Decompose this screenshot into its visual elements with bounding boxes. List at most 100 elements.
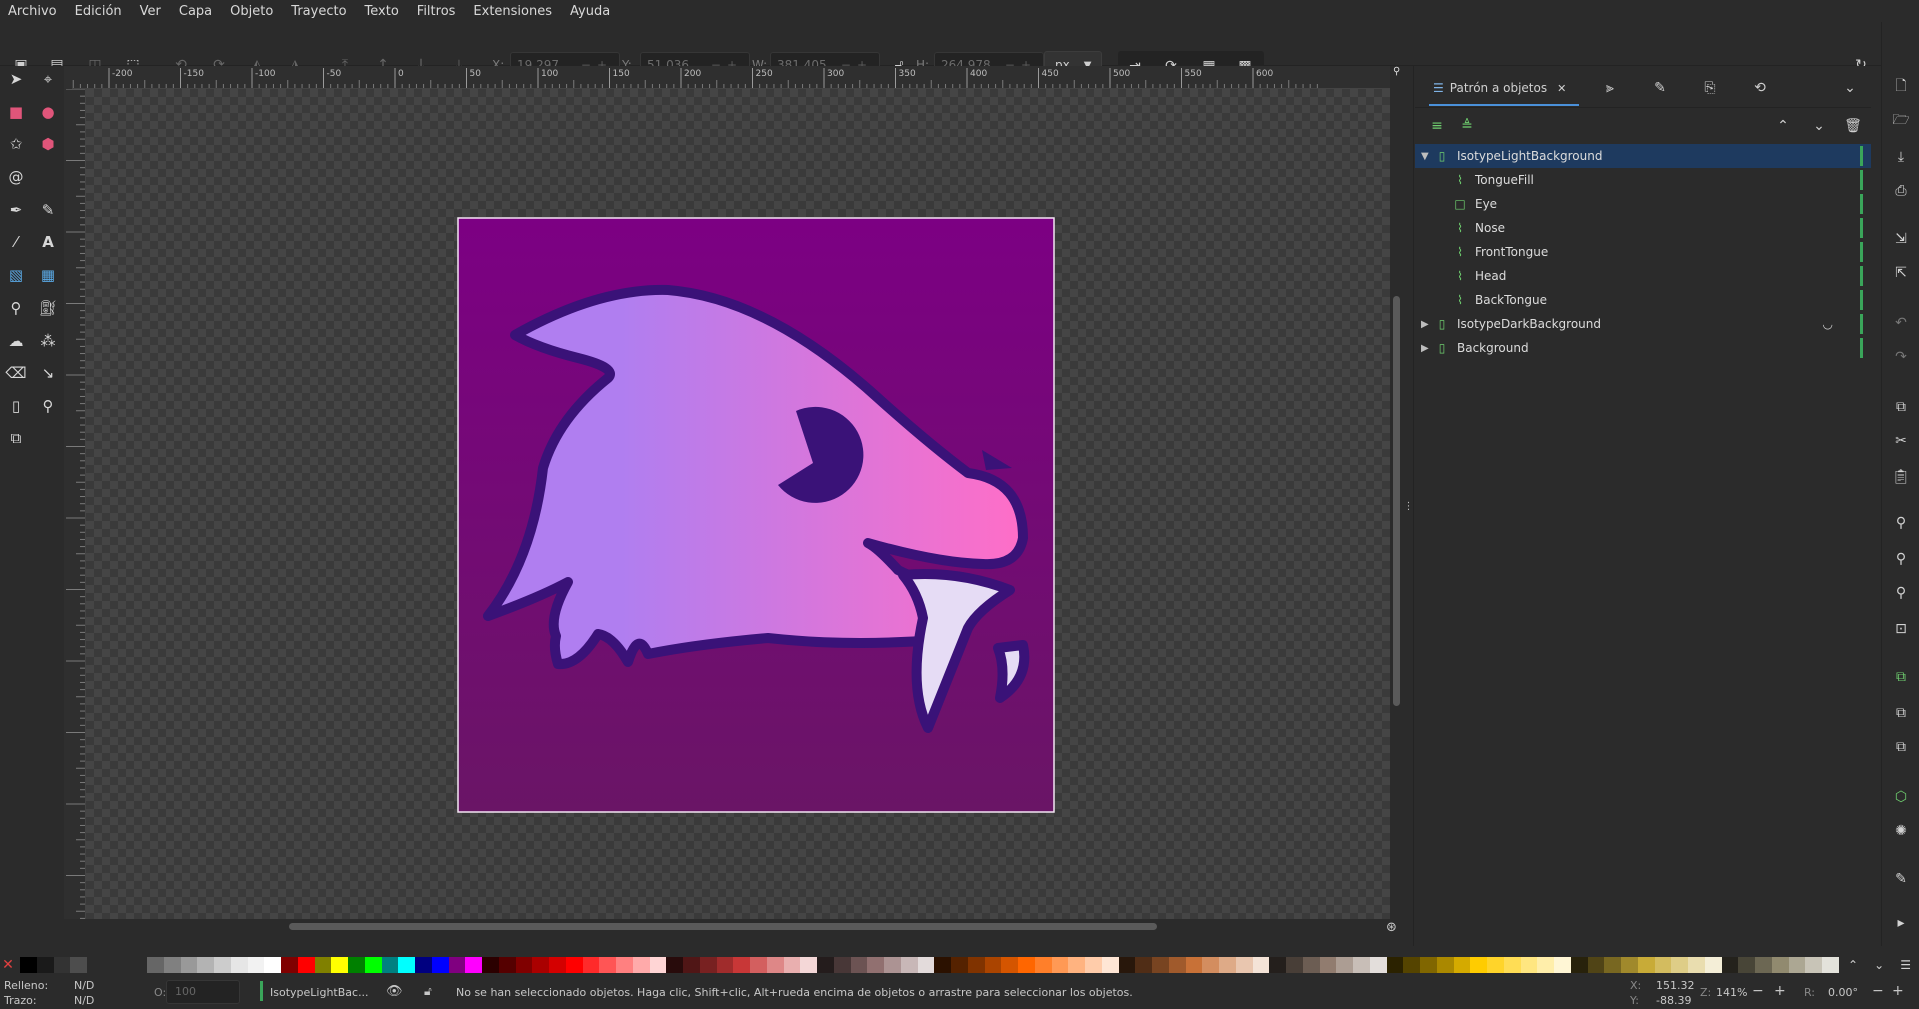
color-swatch[interactable] <box>163 957 181 973</box>
color-swatch[interactable] <box>197 957 214 973</box>
menu-item-filtros[interactable]: Filtros <box>417 4 456 19</box>
color-swatch[interactable] <box>20 957 37 973</box>
color-swatch[interactable] <box>800 957 817 973</box>
color-swatch[interactable] <box>984 957 1002 973</box>
delete-icon[interactable]: 🗑︎ <box>1843 116 1863 136</box>
rotation-value[interactable]: 0.00° <box>1828 986 1858 999</box>
stroke-value[interactable]: N/D <box>74 994 94 1007</box>
color-swatch[interactable] <box>1771 957 1789 973</box>
color-swatch[interactable] <box>599 957 616 973</box>
color-swatch[interactable] <box>766 957 784 973</box>
color-swatch[interactable] <box>1118 957 1136 973</box>
zoom-in-icon[interactable]: + <box>1774 983 1786 999</box>
canvas[interactable] <box>86 89 1390 919</box>
move-up-icon[interactable]: ⌃ <box>1773 116 1793 136</box>
chevron-right-icon[interactable]: ▶ <box>1421 343 1435 354</box>
save-icon[interactable]: ⤓ <box>1890 146 1912 168</box>
color-swatch[interactable] <box>1168 957 1186 973</box>
open-icon[interactable]: 🗁︎ <box>1890 110 1912 132</box>
color-swatch[interactable] <box>783 957 801 973</box>
menu-item-ayuda[interactable]: Ayuda <box>570 4 610 19</box>
color-swatch[interactable] <box>1034 957 1052 973</box>
color-swatch[interactable] <box>1319 957 1337 973</box>
unlink-clone-icon[interactable]: ⧉ <box>1890 736 1912 758</box>
color-swatch[interactable] <box>247 957 265 973</box>
color-swatch[interactable] <box>1637 957 1655 973</box>
color-swatch[interactable] <box>582 957 600 973</box>
color-swatch[interactable] <box>1068 957 1085 973</box>
color-swatch[interactable] <box>482 957 499 973</box>
close-tab-icon[interactable]: ✕ <box>1557 82 1566 95</box>
move-down-icon[interactable]: ⌄ <box>1809 116 1829 136</box>
fill-value[interactable]: N/D <box>74 979 94 992</box>
zoom-selection-icon[interactable]: ⚲ <box>1890 512 1912 534</box>
zoom-page-icon[interactable]: ⚲ <box>1890 582 1912 604</box>
eraser-tool-icon[interactable]: ⌫ <box>3 360 29 386</box>
color-swatch[interactable] <box>1654 957 1672 973</box>
import-icon[interactable]: ⇲ <box>1890 228 1912 250</box>
color-swatch[interactable] <box>381 957 399 973</box>
export-icon[interactable]: ⇱ <box>1890 262 1912 284</box>
menu-item-extensiones[interactable]: Extensiones <box>473 4 552 19</box>
xml-editor-icon[interactable]: ✎ <box>1890 868 1912 890</box>
more-tabs-chevron-icon[interactable]: ⌄ <box>1840 78 1860 98</box>
color-swatch[interactable] <box>750 957 767 973</box>
zoom-correction-icon[interactable]: ⚲ <box>1393 66 1401 80</box>
color-swatch[interactable] <box>1805 957 1822 973</box>
3d-box-tool-icon[interactable]: ⬢ <box>35 131 61 157</box>
chevron-down-icon[interactable]: ▼ <box>1421 151 1435 162</box>
zoom-tool-icon[interactable]: ⚲ <box>35 393 61 419</box>
node-tool-icon[interactable]: ⌖ <box>35 66 61 92</box>
color-swatch[interactable] <box>1420 957 1437 973</box>
spiral-tool-icon[interactable]: @ <box>3 164 29 190</box>
align-tab-icon[interactable]: ⫸ <box>1600 78 1620 98</box>
palette-menu-icon[interactable]: ☰ <box>1900 958 1911 972</box>
color-swatch[interactable] <box>53 957 71 973</box>
color-swatch[interactable] <box>632 957 650 973</box>
tree-row-isotypedarkbackground[interactable]: ▶ ▯ IsotypeDarkBackground ◡ <box>1415 312 1871 336</box>
color-swatch[interactable] <box>431 957 449 973</box>
new-document-icon[interactable]: 🗋︎ <box>1890 76 1912 98</box>
color-swatch[interactable] <box>1688 957 1705 973</box>
gradient-tool-icon[interactable]: ▧ <box>3 262 29 288</box>
ellipse-tool-icon[interactable]: ● <box>35 99 61 125</box>
color-swatch[interactable] <box>180 957 198 973</box>
color-swatch[interactable] <box>616 957 633 973</box>
color-swatch[interactable] <box>1604 957 1621 973</box>
color-swatch[interactable] <box>649 957 667 973</box>
rotate-minus-icon[interactable]: − <box>1872 983 1884 999</box>
tree-row-tonguefill[interactable]: ⌇ TongueFill <box>1415 168 1871 192</box>
color-swatch[interactable] <box>716 957 734 973</box>
menu-item-objeto[interactable]: Objeto <box>230 4 273 19</box>
copy-icon[interactable]: ⧉ <box>1890 396 1912 418</box>
add-sublayer-icon[interactable]: ≜ <box>1457 116 1477 136</box>
zoom-drawing-icon[interactable]: ⚲ <box>1890 548 1912 570</box>
color-swatch[interactable] <box>1269 957 1286 973</box>
connector-tool-icon[interactable]: ↘ <box>35 360 61 386</box>
chevron-right-icon[interactable]: ▶ <box>1421 319 1435 330</box>
tab-objects[interactable]: ☰ Patrón a objetos ✕ <box>1429 72 1579 106</box>
color-swatch[interactable] <box>1487 957 1504 973</box>
color-swatch[interactable] <box>1001 957 1018 973</box>
menu-item-ver[interactable]: Ver <box>140 4 161 19</box>
star-tool-icon[interactable]: ✩ <box>3 131 29 157</box>
color-swatch[interactable] <box>1135 957 1152 973</box>
color-swatch[interactable] <box>666 957 683 973</box>
rectangle-tool-icon[interactable]: ■ <box>3 99 29 125</box>
color-swatch[interactable] <box>1101 957 1119 973</box>
print-icon[interactable]: ⎙ <box>1890 180 1912 202</box>
color-swatch[interactable] <box>1520 957 1538 973</box>
color-swatch[interactable] <box>415 957 432 973</box>
color-swatch[interactable] <box>70 957 87 973</box>
palette-up-icon[interactable]: ⌃ <box>1848 958 1858 972</box>
tree-row-isotypelightbackground[interactable]: ▼ ▯ IsotypeLightBackground <box>1415 144 1871 168</box>
tree-row-eye[interactable]: □ Eye <box>1415 192 1871 216</box>
color-swatch[interactable] <box>230 957 248 973</box>
menu-item-trayecto[interactable]: Trayecto <box>291 4 346 19</box>
color-swatch[interactable] <box>515 957 533 973</box>
color-swatch[interactable] <box>348 957 365 973</box>
undo-icon[interactable]: ↶ <box>1890 312 1912 334</box>
color-swatch[interactable] <box>1152 957 1169 973</box>
color-swatch[interactable] <box>951 957 968 973</box>
add-layer-icon[interactable]: ≡ <box>1427 116 1447 136</box>
